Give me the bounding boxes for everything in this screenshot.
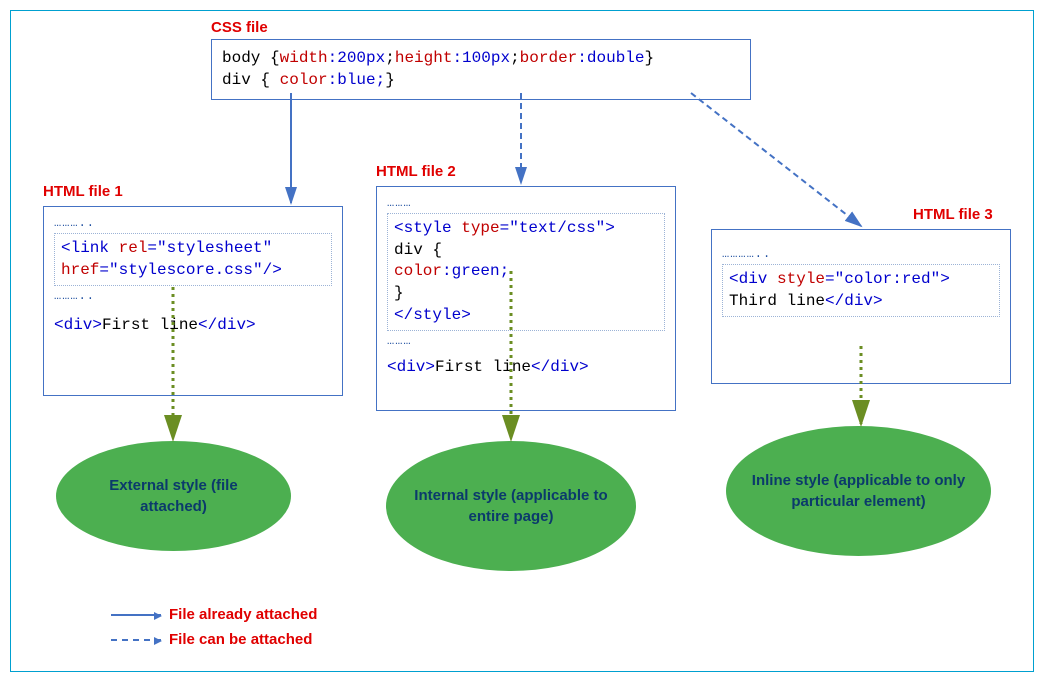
ellipse-inline-text: Inline style (applicable to only particu… <box>746 470 971 512</box>
legend-dashed-line-icon <box>111 639 161 641</box>
ellipse-inline: Inline style (applicable to only particu… <box>726 426 991 556</box>
ellipse-external-text: External style (file attached) <box>76 475 271 517</box>
html3-box: ………….. <div style="color:red"> Third lin… <box>711 229 1011 384</box>
arrow-icon <box>154 637 162 645</box>
legend-dashed: File can be attached <box>111 631 312 648</box>
legend-solid-line-icon <box>111 614 161 616</box>
css-line-2: div { color:blue;} <box>222 70 740 92</box>
ellipse-internal: Internal style (applicable to entire pag… <box>386 441 636 571</box>
html3-inline-block: <div style="color:red"> Third line</div> <box>722 264 1000 317</box>
html3-label: HTML file 3 <box>913 206 993 223</box>
dots-icon: ……… <box>387 195 665 211</box>
dots-icon: ……… <box>387 333 665 349</box>
legend-dashed-text: File can be attached <box>169 631 312 648</box>
dots-icon: ……….. <box>54 215 332 231</box>
html2-style-block: <style type="text/css"> div { color:gree… <box>387 213 665 331</box>
arrow-icon <box>154 612 162 620</box>
diagram-canvas: CSS file body {width:200px;height:100px;… <box>10 10 1034 672</box>
css-file-box: body {width:200px;height:100px;border:do… <box>211 39 751 100</box>
html2-label: HTML file 2 <box>376 163 456 180</box>
html1-label: HTML file 1 <box>43 183 123 200</box>
dots-icon: ……….. <box>54 288 332 304</box>
dots-icon: ………….. <box>722 246 1000 262</box>
html1-div-line: <div>First line</div> <box>54 315 332 337</box>
css-line-1: body {width:200px;height:100px;border:do… <box>222 48 740 70</box>
html2-box: ……… <style type="text/css"> div { color:… <box>376 186 676 411</box>
legend-solid-text: File already attached <box>169 606 317 623</box>
legend-solid: File already attached <box>111 606 317 623</box>
ellipse-internal-text: Internal style (applicable to entire pag… <box>406 485 616 527</box>
ellipse-external: External style (file attached) <box>56 441 291 551</box>
html1-link-block: <link rel="stylesheet" href="stylescore.… <box>54 233 332 286</box>
html1-box: ……….. <link rel="stylesheet" href="style… <box>43 206 343 396</box>
css-file-label: CSS file <box>211 19 268 36</box>
html2-div-line: <div>First line</div> <box>387 357 665 379</box>
